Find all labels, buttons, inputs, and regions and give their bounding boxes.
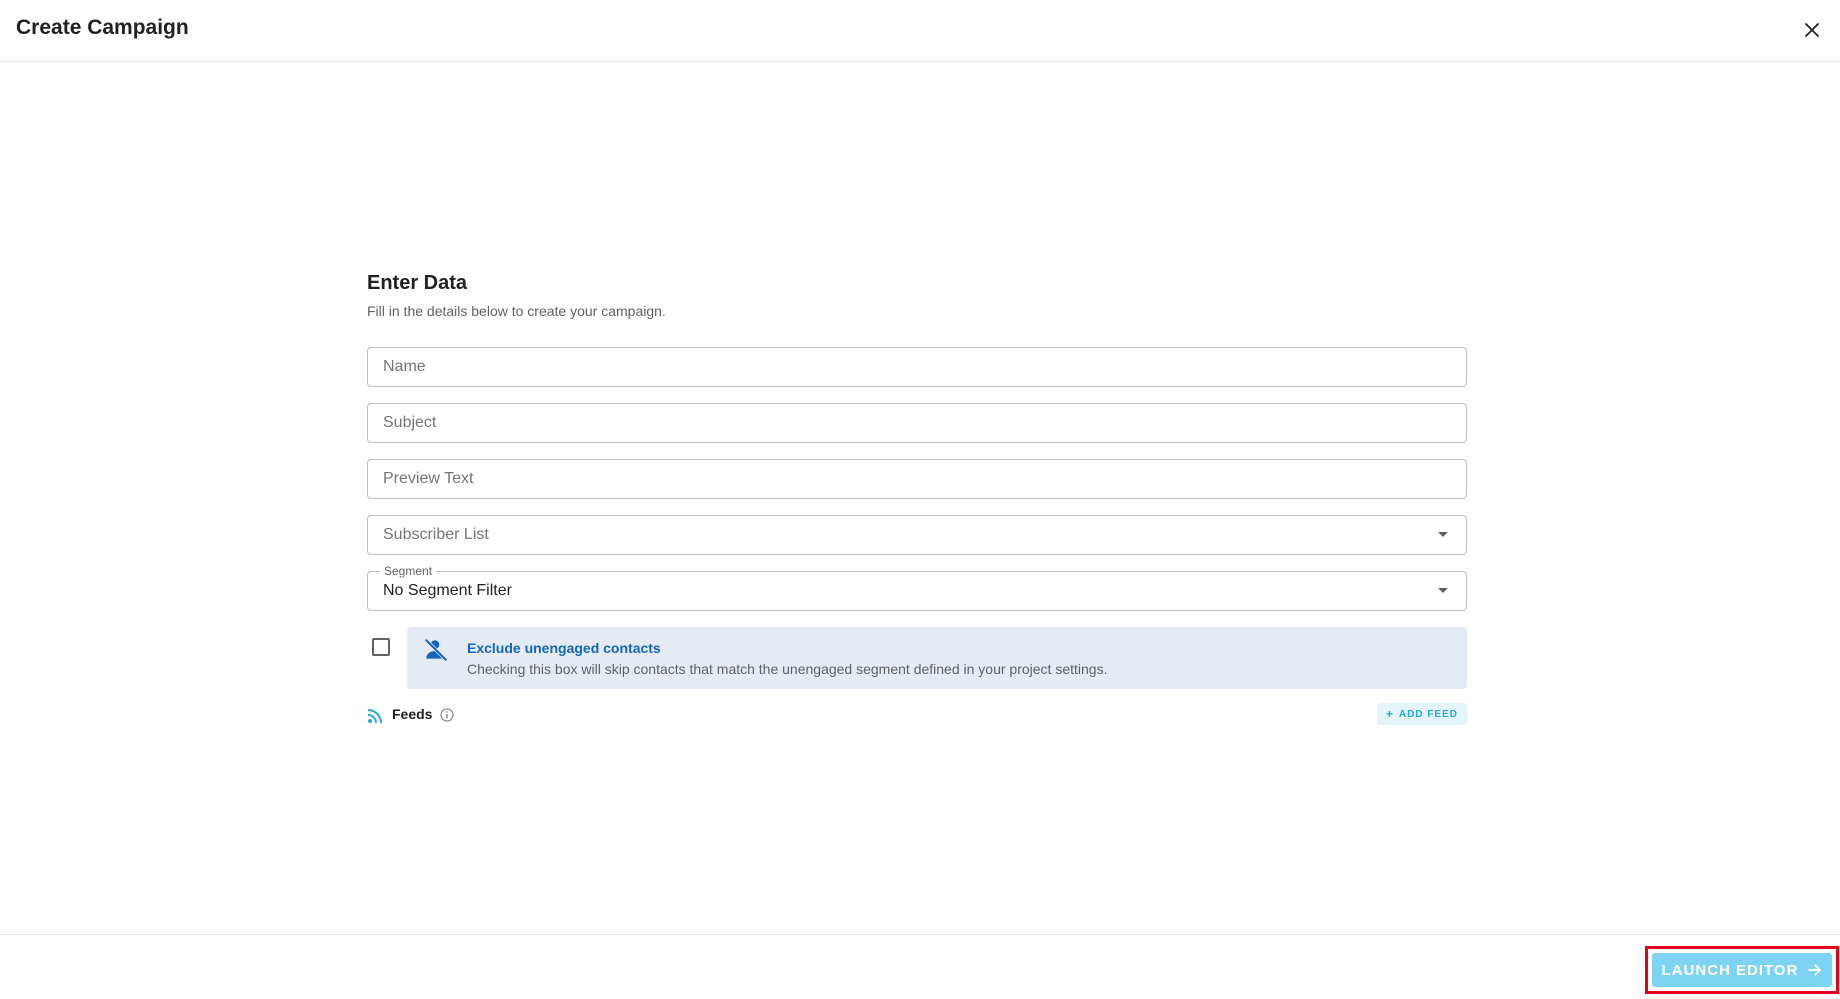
subscriber-list-placeholder: Subscriber List [383, 526, 489, 543]
exclude-unengaged-title: Exclude unengaged contacts [467, 640, 661, 656]
exclude-unengaged-description: Checking this box will skip contacts tha… [467, 661, 1108, 677]
preview-text-input[interactable] [368, 460, 1466, 498]
modal-title: Create Campaign [16, 16, 189, 39]
segment-select[interactable]: Segment No Segment Filter [367, 564, 1467, 611]
subject-input[interactable] [368, 404, 1466, 442]
close-button[interactable] [1798, 16, 1826, 44]
form-title: Enter Data [367, 272, 468, 294]
preview-text-field [367, 459, 1467, 499]
campaign-form: Enter Data Fill in the details below to … [367, 270, 1467, 725]
close-icon [1805, 23, 1819, 37]
chevron-down-icon [1438, 588, 1448, 593]
name-field [367, 347, 1467, 387]
info-icon[interactable] [440, 708, 454, 722]
subscriber-list-select[interactable]: Subscriber List [367, 515, 1467, 555]
launch-editor-highlight: LAUNCH EDITOR [1645, 946, 1839, 994]
launch-editor-label: LAUNCH EDITOR [1661, 961, 1799, 979]
exclude-unengaged-checkbox[interactable] [372, 638, 390, 656]
modal-footer: LAUNCH EDITOR [0, 934, 1840, 999]
rss-icon [367, 709, 382, 724]
add-feed-label: ADD FEED [1398, 708, 1458, 720]
plus-icon: + [1385, 707, 1394, 721]
add-feed-button[interactable]: + ADD FEED [1376, 703, 1467, 725]
launch-editor-button[interactable]: LAUNCH EDITOR [1652, 953, 1832, 987]
chevron-down-icon [1438, 532, 1448, 537]
feeds-label: Feeds [392, 706, 433, 722]
arrow-right-icon [1808, 964, 1822, 976]
subject-field [367, 403, 1467, 443]
exclude-unengaged-info: Exclude unengaged contacts Checking this… [407, 627, 1467, 689]
modal-header: Create Campaign [0, 0, 1840, 62]
segment-value: No Segment Filter [383, 582, 512, 599]
person-off-icon [424, 638, 448, 662]
form-subtitle: Fill in the details below to create your… [367, 303, 666, 319]
feeds-row: Feeds + ADD FEED [367, 703, 1467, 727]
name-input[interactable] [368, 348, 1466, 386]
